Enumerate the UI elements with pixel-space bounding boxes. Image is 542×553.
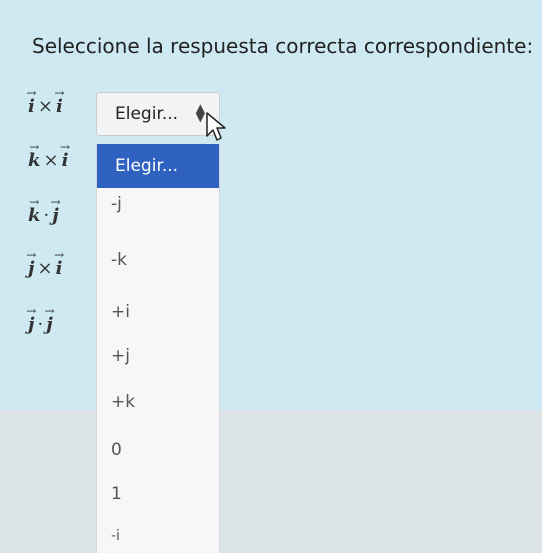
dropdown-option[interactable]: -k	[97, 250, 233, 270]
vector-right: j	[46, 314, 53, 335]
select-value: Elegir...	[115, 104, 179, 124]
dropdown-option[interactable]: 0	[97, 440, 233, 460]
operator: ·	[43, 205, 50, 226]
vector-right: i	[56, 96, 63, 117]
dropdown-option[interactable]: +k	[97, 392, 233, 412]
vector-right: j	[52, 205, 59, 226]
vector-left: j	[28, 314, 35, 335]
vector-left: j	[28, 258, 35, 279]
expression-row: k×i	[28, 150, 68, 171]
mouse-pointer-icon	[206, 112, 226, 141]
operator: ×	[37, 96, 53, 117]
dropdown-option[interactable]: -j	[97, 194, 233, 214]
operator: ×	[37, 258, 53, 279]
updown-caret-icon: ▲ ▼	[195, 101, 205, 124]
question-panel	[0, 0, 542, 410]
dropdown-option[interactable]: 1	[97, 484, 233, 504]
vector-left: i	[28, 96, 35, 117]
expression-row: k·j	[28, 205, 59, 226]
operator: ·	[37, 314, 44, 335]
dropdown-option[interactable]: -i	[97, 528, 233, 544]
answer-select[interactable]: Elegir... ▲ ▼	[96, 92, 220, 136]
expression-row: j×i	[28, 258, 62, 279]
dropdown-option[interactable]: +i	[97, 302, 233, 322]
vector-right: i	[56, 258, 63, 279]
dropdown-list: Elegir... -j -k +i +j +k 0 1 -i	[96, 144, 220, 553]
expression-row: i×i	[28, 96, 63, 117]
expression-row: j·j	[28, 314, 53, 335]
operator: ×	[43, 150, 59, 171]
dropdown-option[interactable]: +j	[97, 346, 233, 366]
page-background	[0, 410, 542, 553]
vector-left: k	[28, 150, 40, 171]
question-prompt: Seleccione la respuesta correcta corresp…	[32, 34, 534, 58]
vector-right: i	[62, 150, 69, 171]
vector-left: k	[28, 205, 40, 226]
dropdown-option-elegir[interactable]: Elegir...	[97, 144, 219, 188]
